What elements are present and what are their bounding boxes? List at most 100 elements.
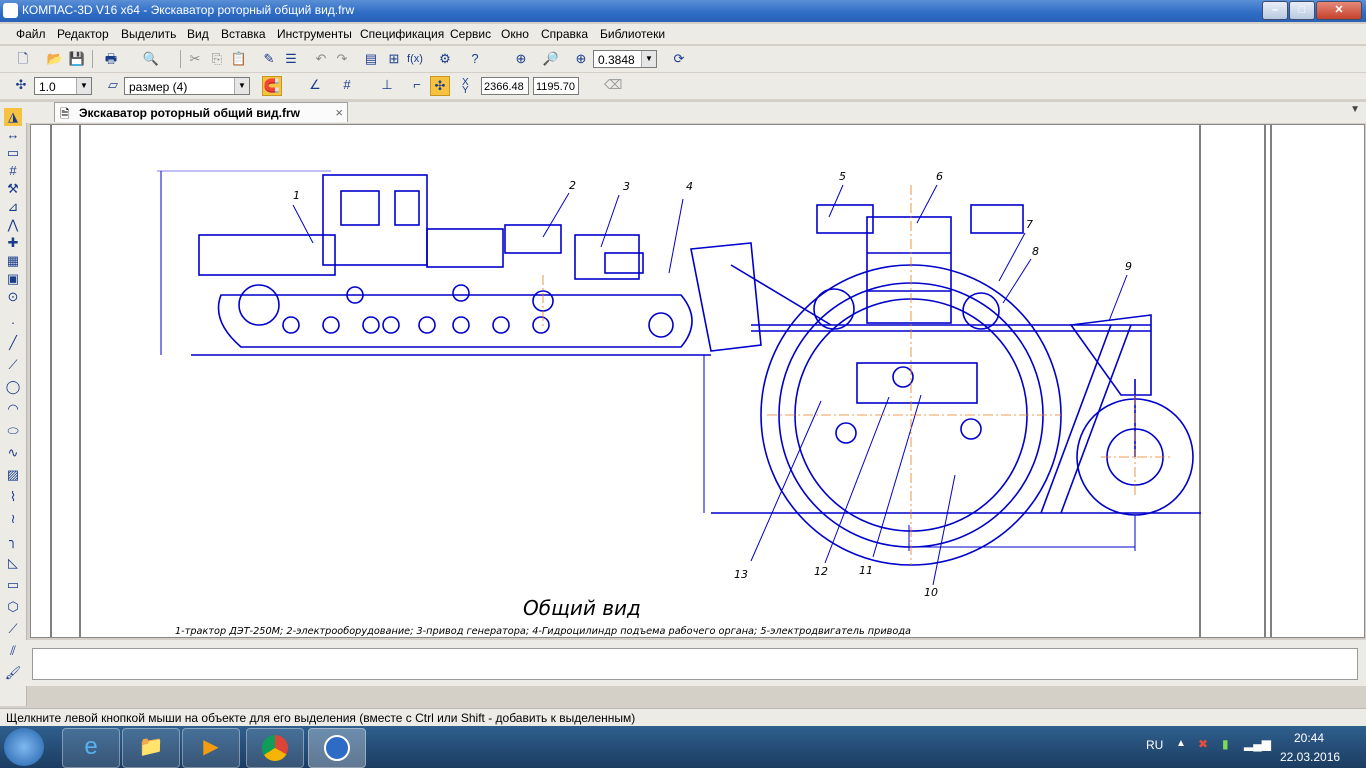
clock-time[interactable]: 20:44 — [1294, 731, 1324, 745]
menu-window[interactable]: Окно — [501, 27, 529, 41]
drawing-canvas[interactable]: 1 2 3 4 5 6 7 8 9 10 11 12 13 Общий вид … — [30, 124, 1365, 638]
hatch-tool-icon[interactable]: ▨ — [4, 466, 22, 484]
menu-view[interactable]: Вид — [187, 27, 209, 41]
clock-date[interactable]: 22.03.2016 — [1280, 750, 1340, 764]
style-combo[interactable]: размер (4) ▼ — [124, 77, 250, 95]
parameters-icon[interactable]: ⚙ — [436, 50, 454, 68]
y-coordinate-field[interactable]: 1195.70 — [533, 77, 579, 95]
insert-tool-icon[interactable]: ▣ — [4, 270, 22, 288]
dimensions-tool-icon[interactable]: ↔ — [4, 126, 22, 144]
cut-icon[interactable]: ✂ — [186, 50, 204, 68]
tab-document[interactable]: 🗎 Экскаватор роторный общий вид.frw × — [54, 102, 348, 122]
callout-13: 13 — [734, 568, 748, 581]
help-icon[interactable]: ? — [466, 50, 484, 68]
fillet-tool-icon[interactable]: ╮ — [4, 532, 22, 550]
properties-icon[interactable]: ✎ — [260, 50, 278, 68]
chamfer-tool-icon[interactable]: ◺ — [4, 554, 22, 572]
maximize-button[interactable]: □ — [1289, 1, 1315, 20]
menu-specification[interactable]: Спецификация — [360, 27, 444, 41]
ellipse-tool-icon[interactable]: ⬭ — [4, 422, 22, 440]
segment-tool-icon[interactable]: ⟋ — [4, 356, 22, 374]
chrome-icon[interactable] — [246, 728, 304, 768]
minimize-button[interactable]: – — [1262, 1, 1288, 20]
bezier-tool-icon[interactable]: ≀ — [4, 510, 22, 528]
kompas-icon[interactable] — [308, 728, 366, 768]
zoom-icon[interactable]: 🔎 — [542, 50, 560, 68]
spline-tool-icon[interactable]: ∿ — [4, 444, 22, 462]
polygon-tool-icon[interactable]: ⬡ — [4, 598, 22, 616]
dynamic-snap-icon[interactable]: ✣ — [430, 76, 450, 96]
menu-tools[interactable]: Инструменты — [277, 27, 352, 41]
callout-4: 4 — [686, 180, 693, 193]
x-coordinate-field[interactable]: 2366.48 — [481, 77, 529, 95]
menu-bar: Файл Редактор Выделить Вид Вставка Инстр… — [0, 24, 1366, 44]
undo-icon[interactable]: ↶ — [312, 50, 330, 68]
signal-icon[interactable]: ▂▄▆ — [1244, 737, 1271, 751]
print-icon[interactable]: 🖶 — [102, 50, 120, 68]
close-button[interactable]: ✕ — [1316, 1, 1362, 20]
open-icon[interactable]: 📂 — [46, 50, 64, 68]
tab-list-icon[interactable]: ▼ — [1350, 104, 1360, 115]
menu-select[interactable]: Выделить — [121, 27, 176, 41]
redo-icon[interactable]: ↷ — [333, 50, 351, 68]
geometry-tool-icon[interactable]: ◮ — [4, 108, 22, 126]
eraser-icon[interactable]: ⌫ — [604, 76, 622, 94]
designations-tool-icon[interactable]: ▭ — [4, 144, 22, 162]
arc-tool-icon[interactable]: ◠ — [4, 400, 22, 418]
language-indicator[interactable]: RU — [1146, 738, 1163, 752]
rectangle-tool-icon[interactable]: ▭ — [4, 576, 22, 594]
spec-tool-icon[interactable]: ✚ — [4, 234, 22, 252]
save-icon[interactable]: 💾 — [68, 50, 86, 68]
select-tool-icon[interactable]: ⋀ — [4, 216, 22, 234]
zoom-in-icon[interactable]: ⊕ — [572, 50, 590, 68]
internet-explorer-icon[interactable]: e — [62, 728, 120, 768]
paste-icon[interactable]: 📋 — [230, 50, 248, 68]
style-icon[interactable]: ▱ — [104, 76, 122, 94]
preview-icon[interactable]: 🔍 — [142, 50, 160, 68]
battery-icon[interactable]: ▮ — [1222, 737, 1229, 751]
file-explorer-icon[interactable]: 📁 — [122, 728, 180, 768]
variables-icon[interactable]: f(x) — [406, 50, 424, 68]
scale-combo[interactable]: 1.0 ▼ — [34, 77, 92, 95]
point-tool-icon[interactable]: · — [4, 314, 22, 332]
properties-panel — [26, 640, 1366, 686]
contour-tool-icon[interactable]: ⟋ — [4, 620, 22, 638]
command-input[interactable] — [32, 648, 1358, 680]
new-file-icon[interactable]: 🗋 — [14, 50, 32, 68]
zoom-combo[interactable]: 0.3848 ▼ — [593, 50, 657, 68]
network-error-icon[interactable]: ✖ — [1198, 737, 1208, 751]
axes-icon[interactable]: ⊥ — [378, 76, 396, 94]
drawing-svg: 1 2 3 4 5 6 7 8 9 10 11 12 13 Общий вид … — [50, 125, 1272, 637]
manager-icon[interactable]: ▤ — [362, 50, 380, 68]
tab-close-icon[interactable]: × — [335, 105, 343, 120]
fill-tool-icon[interactable]: 🖌 — [4, 664, 22, 682]
tree-icon[interactable]: ⊞ — [385, 50, 403, 68]
menu-service[interactable]: Сервис — [450, 27, 491, 41]
parametrization-tool-icon[interactable]: ⚒ — [4, 180, 22, 198]
reports-tool-icon[interactable]: ▦ — [4, 252, 22, 270]
ortho-icon[interactable]: ⌐ — [408, 76, 426, 94]
aux-line-tool-icon[interactable]: ╱ — [4, 334, 22, 352]
angle-icon[interactable]: ∠ — [306, 76, 324, 94]
menu-file[interactable]: Файл — [16, 27, 46, 41]
fragment-tool-icon[interactable]: ⊙ — [4, 288, 22, 306]
refresh-icon[interactable]: ⟳ — [670, 50, 688, 68]
menu-help[interactable]: Справка — [541, 27, 588, 41]
layers-icon[interactable]: ☰ — [282, 50, 300, 68]
start-icon[interactable] — [4, 728, 44, 766]
snap-icon[interactable]: ✣ — [12, 76, 30, 94]
measure-tool-icon[interactable]: ⊿ — [4, 198, 22, 216]
tray-expand-icon[interactable]: ▲ — [1176, 738, 1186, 749]
editing-tool-icon[interactable]: # — [4, 162, 22, 180]
menu-libraries[interactable]: Библиотеки — [600, 27, 665, 41]
circle-tool-icon[interactable]: ◯ — [4, 378, 22, 396]
media-player-icon[interactable]: ▶ — [182, 728, 240, 768]
polyline-tool-icon[interactable]: ⌇ — [4, 488, 22, 506]
menu-editor[interactable]: Редактор — [57, 27, 109, 41]
menu-insert[interactable]: Вставка — [221, 27, 266, 41]
copy-icon[interactable]: ⎘ — [208, 50, 226, 68]
equidistant-tool-icon[interactable]: ⫽ — [4, 642, 22, 660]
zoom-window-icon[interactable]: ⊕ — [512, 50, 530, 68]
magnet-icon[interactable]: 🧲 — [262, 76, 282, 96]
grid-icon[interactable]: # — [338, 76, 356, 94]
